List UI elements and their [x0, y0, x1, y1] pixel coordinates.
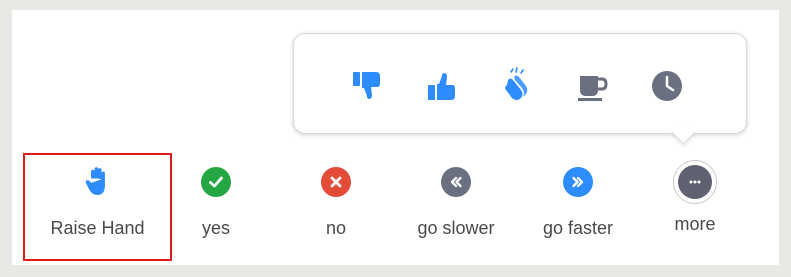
go-faster-button[interactable]: go faster — [528, 158, 628, 258]
more-dots-icon — [678, 165, 712, 199]
more-ring — [673, 160, 717, 204]
selected-highlight — [23, 153, 172, 261]
go-faster-label: go faster — [542, 218, 614, 238]
clapping-hands-icon[interactable] — [497, 66, 537, 106]
x-icon — [321, 167, 351, 197]
no-label: no — [325, 218, 347, 238]
yes-label: yes — [201, 218, 230, 238]
clock-icon[interactable] — [647, 66, 687, 106]
no-button[interactable]: no — [300, 158, 372, 258]
reactions-popup — [293, 33, 747, 134]
more-button[interactable]: more — [660, 158, 730, 258]
more-label: more — [674, 214, 716, 234]
check-icon — [201, 167, 231, 197]
fast-forward-icon — [563, 167, 593, 197]
go-slower-label: go slower — [417, 218, 495, 238]
rewind-icon — [441, 167, 471, 197]
yes-button[interactable]: yes — [180, 158, 252, 258]
go-slower-button[interactable]: go slower — [403, 158, 509, 258]
thumbs-up-icon[interactable] — [422, 66, 462, 106]
coffee-cup-icon[interactable] — [572, 66, 612, 106]
thumbs-down-icon[interactable] — [347, 66, 387, 106]
